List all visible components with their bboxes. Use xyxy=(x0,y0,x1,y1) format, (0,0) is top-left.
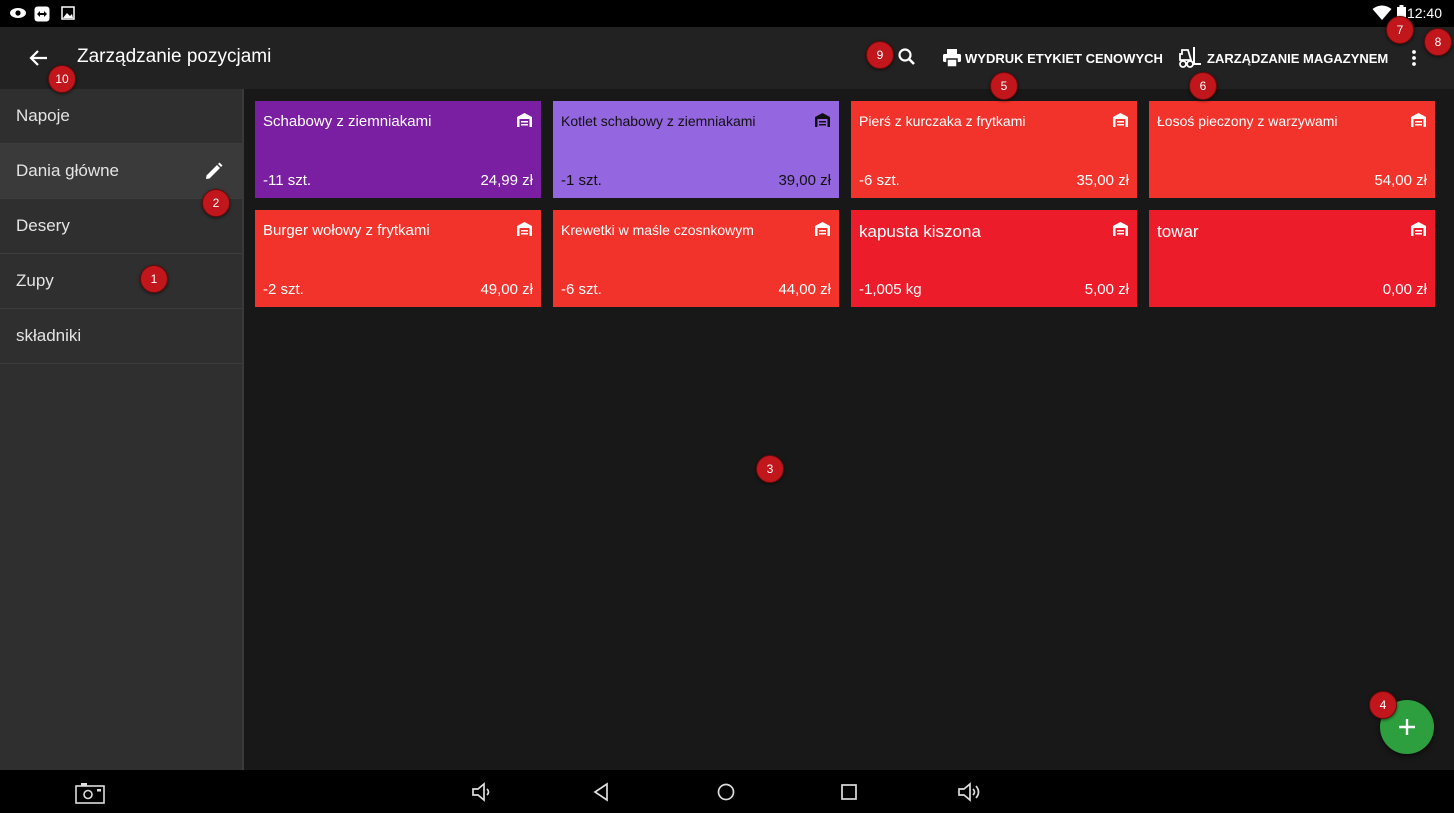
edit-icon[interactable] xyxy=(204,161,224,181)
item-tile[interactable]: Pierś z kurczaka z frytkami -6 szt. 35,0… xyxy=(851,101,1137,198)
clock: 12:40 xyxy=(1406,5,1442,21)
item-price: 39,00 zł xyxy=(778,172,831,189)
item-tile[interactable]: Krewetki w maśle czosnkowym -6 szt. 44,0… xyxy=(553,210,839,307)
item-name: Schabowy z ziemniakami xyxy=(263,113,432,130)
annotation-marker-9: 9 xyxy=(866,41,894,69)
item-name: Burger wołowy z frytkami xyxy=(263,222,430,239)
item-quantity: -1 szt. xyxy=(561,172,602,189)
annotation-marker-10: 10 xyxy=(48,65,76,93)
sidebar-item-skladniki[interactable]: składniki xyxy=(0,309,242,364)
item-tile[interactable]: Łosoś pieczony z warzywami 54,00 zł xyxy=(1149,101,1435,198)
warehouse-icon xyxy=(517,222,532,236)
back-nav-icon[interactable] xyxy=(590,780,612,804)
item-name: Krewetki w maśle czosnkowym xyxy=(561,222,754,238)
print-price-labels-label: WYDRUK ETYKIET CENOWYCH xyxy=(965,50,1163,66)
annotation-marker-8: 8 xyxy=(1424,28,1452,56)
system-nav-bar xyxy=(0,770,1454,813)
item-price: 49,00 zł xyxy=(480,281,533,298)
app-bar: Zarządzanie pozycjami WYDRUK ETYKIET CEN… xyxy=(0,27,1454,89)
item-name: Łosoś pieczony z warzywami xyxy=(1157,113,1338,129)
warehouse-management-button[interactable]: ZARZĄDZANIE MAGAZYNEM xyxy=(1178,45,1388,71)
warehouse-icon xyxy=(815,222,830,236)
annotation-marker-5: 5 xyxy=(990,72,1018,100)
search-button[interactable] xyxy=(892,42,922,72)
item-tile[interactable]: Kotlet schabowy z ziemniakami -1 szt. 39… xyxy=(553,101,839,198)
annotation-marker-3: 3 xyxy=(756,455,784,483)
annotation-marker-6: 6 xyxy=(1189,72,1217,100)
annotation-marker-7: 7 xyxy=(1386,16,1414,44)
sidebar-item-dania-glowne[interactable]: Dania główne xyxy=(0,144,242,199)
item-price: 44,00 zł xyxy=(778,281,831,298)
sidebar-item-label: Dania główne xyxy=(16,161,120,180)
items-grid: Schabowy z ziemniakami -11 szt. 24,99 zł… xyxy=(255,101,1436,307)
item-price: 35,00 zł xyxy=(1076,172,1129,189)
print-price-labels-button[interactable]: WYDRUK ETYKIET CENOWYCH xyxy=(942,45,1163,71)
item-tile[interactable]: Burger wołowy z frytkami -2 szt. 49,00 z… xyxy=(255,210,541,307)
item-tile[interactable]: Schabowy z ziemniakami -11 szt. 24,99 zł xyxy=(255,101,541,198)
printer-icon xyxy=(943,49,961,68)
item-quantity: -11 szt. xyxy=(263,172,312,189)
annotation-marker-1: 1 xyxy=(140,265,168,293)
item-quantity: -6 szt. xyxy=(859,172,900,189)
item-name: towar xyxy=(1157,222,1199,241)
more-vert-icon xyxy=(1412,50,1416,66)
sidebar-item-label: Zupy xyxy=(16,271,54,290)
search-icon xyxy=(898,48,915,65)
image-icon xyxy=(61,6,75,20)
item-name: kapusta kiszona xyxy=(859,222,981,241)
item-price: 24,99 zł xyxy=(480,172,533,189)
page-title: Zarządzanie pozycjami xyxy=(77,46,272,67)
volume-down-icon[interactable] xyxy=(470,780,494,804)
sidebar-item-label: Desery xyxy=(16,216,70,235)
home-icon[interactable] xyxy=(714,780,738,804)
warehouse-icon xyxy=(1411,222,1426,236)
warehouse-icon xyxy=(1113,222,1128,236)
item-quantity: -2 szt. xyxy=(263,281,304,298)
annotation-marker-2: 2 xyxy=(202,189,230,217)
item-quantity: -1,005 kg xyxy=(859,281,922,298)
item-price: 54,00 zł xyxy=(1374,172,1427,189)
warehouse-icon xyxy=(815,113,830,127)
plus-icon xyxy=(1399,719,1415,735)
sidebar-item-napoje[interactable]: Napoje xyxy=(0,89,242,144)
warehouse-icon xyxy=(1113,113,1128,127)
status-bar: 12:40 xyxy=(0,0,1454,27)
item-quantity: -6 szt. xyxy=(561,281,602,298)
sidebar-item-label: Napoje xyxy=(16,106,70,125)
volume-up-icon[interactable] xyxy=(956,780,984,804)
forklift-icon xyxy=(1179,47,1201,68)
warehouse-icon xyxy=(517,113,532,127)
wifi-icon xyxy=(1372,5,1392,20)
teamviewer-icon xyxy=(34,6,50,22)
screenshot-icon[interactable] xyxy=(75,782,105,804)
item-tile[interactable]: kapusta kiszona -1,005 kg 5,00 zł xyxy=(851,210,1137,307)
eye-icon xyxy=(10,8,26,18)
item-price: 5,00 zł xyxy=(1084,281,1129,298)
sidebar-item-label: składniki xyxy=(16,326,82,345)
item-name: Pierś z kurczaka z frytkami xyxy=(859,113,1026,129)
recents-icon[interactable] xyxy=(838,780,860,804)
annotation-marker-4: 4 xyxy=(1369,691,1397,719)
warehouse-icon xyxy=(1411,113,1426,127)
item-name: Kotlet schabowy z ziemniakami xyxy=(561,113,756,129)
warehouse-management-label: ZARZĄDZANIE MAGAZYNEM xyxy=(1207,50,1389,66)
item-price: 0,00 zł xyxy=(1382,281,1427,298)
sidebar-item-zupy[interactable]: Zupy xyxy=(0,254,242,309)
item-tile[interactable]: towar 0,00 zł xyxy=(1149,210,1435,307)
overflow-menu-button[interactable] xyxy=(1401,43,1427,73)
